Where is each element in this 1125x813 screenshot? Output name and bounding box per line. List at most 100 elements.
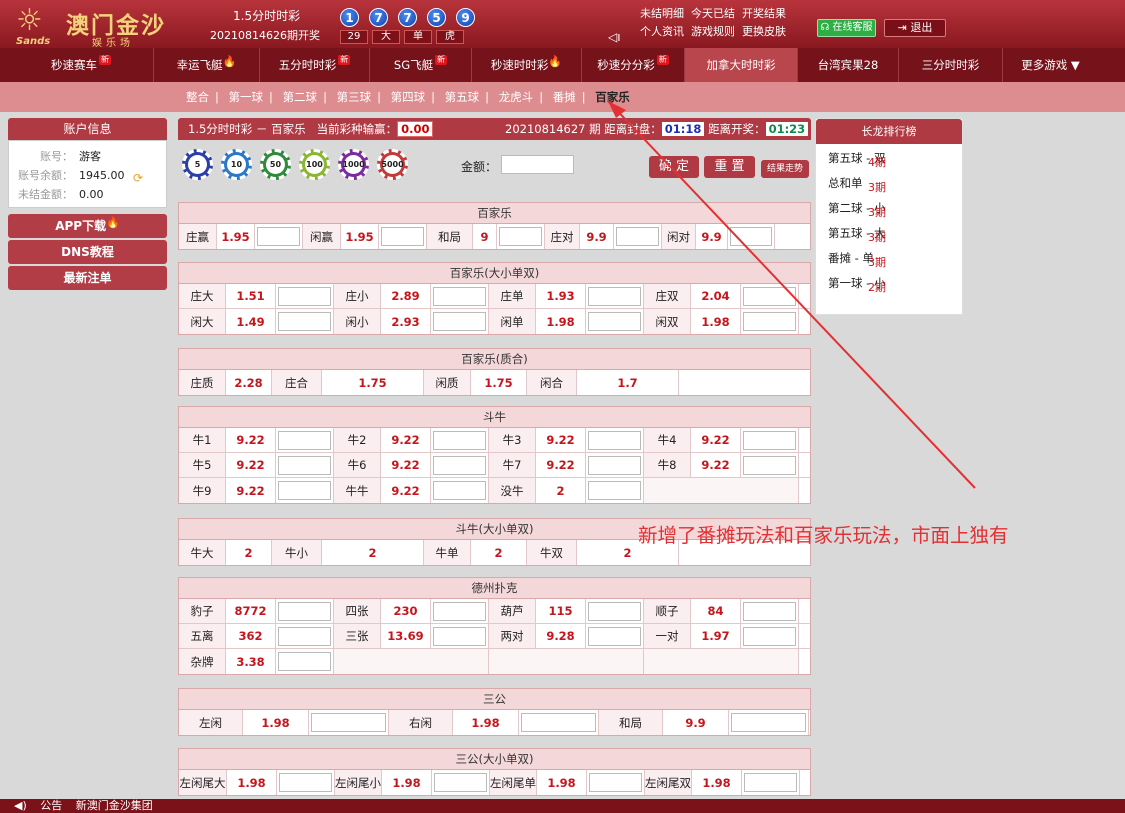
bet-amount-field[interactable] <box>589 773 642 792</box>
bet-amount-field[interactable] <box>278 312 331 331</box>
bet-amount-field[interactable] <box>743 430 796 450</box>
chip-5[interactable]: 5 <box>182 149 213 180</box>
game-tab[interactable]: 五分时时彩新 <box>260 48 370 82</box>
bet-amount-field[interactable] <box>616 227 659 246</box>
bet-amount-field[interactable] <box>381 227 424 246</box>
bet-odds[interactable]: 1.75 <box>471 370 527 395</box>
game-tab[interactable]: 秒速时时彩🔥 <box>472 48 582 82</box>
bet-amount-input[interactable] <box>741 309 799 334</box>
latest-bets-button[interactable]: 最新注单 <box>8 266 167 290</box>
bet-amount-field[interactable] <box>279 773 332 792</box>
bet-amount-field[interactable] <box>257 227 300 246</box>
bet-amount-input[interactable] <box>614 224 662 249</box>
bet-amount-input[interactable] <box>729 710 809 735</box>
bet-amount-input[interactable] <box>431 309 489 334</box>
subnav-item[interactable]: 第三球 <box>337 90 372 104</box>
bet-amount-field[interactable] <box>433 430 486 450</box>
bet-amount-field[interactable] <box>743 286 796 306</box>
bet-odds[interactable]: 1.75 <box>322 370 424 395</box>
game-tab[interactable]: 台湾宾果28 <box>798 48 899 82</box>
bet-amount-field[interactable] <box>521 713 596 732</box>
bet-amount-input[interactable] <box>497 224 545 249</box>
bet-amount-field[interactable] <box>278 652 331 671</box>
link-skin[interactable]: 更换皮肤 <box>742 25 786 38</box>
bet-amount-field[interactable] <box>588 601 641 621</box>
bet-odds[interactable]: 2.28 <box>226 370 272 395</box>
bet-amount-field[interactable] <box>433 455 486 475</box>
game-tab[interactable]: 幸运飞艇🔥 <box>154 48 260 82</box>
bet-amount-input[interactable] <box>276 428 334 452</box>
subnav-item[interactable]: 整合 <box>186 90 209 104</box>
chip-10[interactable]: 10 <box>221 149 252 180</box>
bet-amount-field[interactable] <box>433 286 486 306</box>
bet-amount-input[interactable] <box>431 453 489 477</box>
bet-amount-field[interactable] <box>433 312 486 331</box>
chip-50[interactable]: 50 <box>260 149 291 180</box>
bet-amount-input[interactable] <box>586 478 644 503</box>
bet-amount-input[interactable] <box>431 478 489 503</box>
refresh-icon[interactable]: ⟳ <box>133 169 143 188</box>
bet-amount-input[interactable] <box>309 710 389 735</box>
bet-amount-field[interactable] <box>743 455 796 475</box>
bet-amount-field[interactable] <box>743 601 796 621</box>
subnav-item[interactable]: 第二球 <box>283 90 318 104</box>
amount-input[interactable] <box>501 155 574 174</box>
bet-amount-field[interactable] <box>278 626 331 646</box>
bet-amount-input[interactable] <box>276 453 334 477</box>
subnav-item[interactable]: 龙虎斗 <box>499 90 534 104</box>
chip-1000[interactable]: 1000 <box>338 149 369 180</box>
link-profile[interactable]: 个人资讯 <box>640 25 684 38</box>
game-tab[interactable]: 秒速赛车新 <box>9 48 154 82</box>
bet-amount-input[interactable] <box>276 309 334 334</box>
bet-amount-field[interactable] <box>731 713 806 732</box>
bet-amount-field[interactable] <box>433 626 486 646</box>
subnav-item[interactable]: 第五球 <box>445 90 480 104</box>
bet-amount-field[interactable] <box>499 227 542 246</box>
bet-amount-field[interactable] <box>588 430 641 450</box>
subnav-item-active[interactable]: 百家乐 <box>595 90 630 104</box>
sound-toggle-icon[interactable]: ◁ı <box>608 30 621 44</box>
link-settled-today[interactable]: 今天已结 <box>691 7 735 20</box>
bet-amount-input[interactable] <box>431 284 489 308</box>
bet-amount-input[interactable] <box>741 599 799 623</box>
chip-100[interactable]: 100 <box>299 149 330 180</box>
bet-amount-input[interactable] <box>255 224 303 249</box>
bet-amount-input[interactable] <box>276 624 334 648</box>
dns-tutorial-button[interactable]: DNS教程 <box>8 240 167 264</box>
bet-amount-field[interactable] <box>588 312 641 331</box>
bet-amount-field[interactable] <box>588 455 641 475</box>
confirm-button[interactable]: 确 定 <box>649 156 699 178</box>
bet-amount-input[interactable] <box>741 284 799 308</box>
bet-amount-field[interactable] <box>588 286 641 306</box>
bet-amount-input[interactable] <box>741 428 799 452</box>
bet-amount-input[interactable] <box>586 624 644 648</box>
bet-amount-field[interactable] <box>278 455 331 475</box>
bet-amount-input[interactable] <box>431 624 489 648</box>
bet-amount-field[interactable] <box>433 481 486 500</box>
bet-amount-field[interactable] <box>588 626 641 646</box>
bet-amount-input[interactable] <box>741 624 799 648</box>
bet-odds[interactable]: 2 <box>226 540 272 565</box>
chip-5000[interactable]: 5000 <box>377 149 408 180</box>
bet-amount-input[interactable] <box>586 309 644 334</box>
bet-odds[interactable]: 1.7 <box>577 370 679 395</box>
bet-amount-input[interactable] <box>586 284 644 308</box>
more-games-dropdown[interactable]: 更多游戏 ▼ <box>1003 48 1098 82</box>
subnav-item[interactable]: 番摊 <box>553 90 576 104</box>
subnav-item[interactable]: 第一球 <box>229 90 264 104</box>
bet-amount-field[interactable] <box>743 312 796 331</box>
customer-service-button[interactable]: ☊ 在线客服 <box>817 19 876 37</box>
app-download-button[interactable]: APP下载🔥 <box>8 214 167 238</box>
bet-amount-input[interactable] <box>431 428 489 452</box>
bet-odds[interactable]: 2 <box>471 540 527 565</box>
bet-amount-input[interactable] <box>586 428 644 452</box>
bet-amount-input[interactable] <box>432 770 490 795</box>
bet-amount-input[interactable] <box>586 599 644 623</box>
subnav-item[interactable]: 第四球 <box>391 90 426 104</box>
bet-amount-input[interactable] <box>586 453 644 477</box>
bet-amount-field[interactable] <box>278 481 331 500</box>
bet-amount-field[interactable] <box>743 626 796 646</box>
bet-amount-input[interactable] <box>431 599 489 623</box>
bet-amount-field[interactable] <box>588 481 641 500</box>
bet-amount-input[interactable] <box>379 224 427 249</box>
